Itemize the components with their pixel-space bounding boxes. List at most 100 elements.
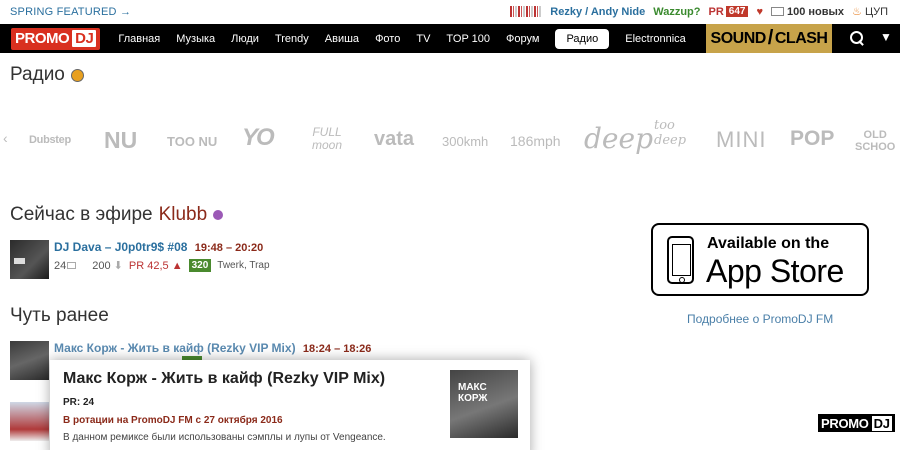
- soundclash-b: CLASH: [774, 29, 828, 47]
- station-186mph[interactable]: 186mph: [510, 133, 561, 149]
- tooltip-rotation: В ротации на PromoDJ FM с 27 октября 201…: [63, 415, 283, 426]
- tooltip-title: Макс Корж - Жить в кайф (Rezky VIP Mix): [63, 370, 386, 387]
- station-deep[interactable]: deep: [584, 122, 653, 155]
- track-title[interactable]: DJ Dava – J0p0tr9$ #08: [54, 240, 187, 254]
- page-title-text: Радио: [10, 64, 65, 85]
- station-300kmh[interactable]: 300kmh: [442, 134, 488, 149]
- station-carousel: ‹ Dubstep NU TOO NU YO FULL moon vata 30…: [0, 118, 900, 164]
- footer-logo[interactable]: PROMO DJ: [818, 414, 895, 432]
- logo-dj: DJ: [72, 30, 97, 47]
- nav-item-afisha[interactable]: Авиша: [325, 33, 359, 45]
- soundclash-banner[interactable]: SOUND / CLASH: [706, 24, 832, 53]
- main-nav: PROMO DJ Главная Музыка Люди Trendy Авиш…: [0, 24, 900, 53]
- comment-count-value: 24: [54, 259, 67, 272]
- station-old-label: OLD: [863, 129, 887, 141]
- news-count: 100 новых: [786, 5, 845, 18]
- download-icon: ⬇: [113, 260, 123, 272]
- track-title-row: Макс Корж - Жить в кайф (Rezky VIP Mix) …: [54, 341, 371, 355]
- lightning-icon: [70, 68, 84, 82]
- tooltip-cover-text: МАКС КОРЖ: [458, 382, 488, 404]
- top-strip: SPRING FEATURED → Rezky / Andy Nide Wazz…: [0, 0, 900, 24]
- station-yo[interactable]: YO: [242, 124, 275, 152]
- station-moon-label: moon: [312, 138, 343, 152]
- wazzup-link[interactable]: Wazzup?: [653, 6, 700, 18]
- nav-item-music[interactable]: Музыка: [176, 33, 215, 45]
- track-title-row: DJ Dava – J0p0tr9$ #08 19:48 – 20:20: [54, 240, 263, 254]
- nav-item-top100[interactable]: TOP 100: [446, 33, 490, 45]
- on-air-station[interactable]: Klubb: [159, 204, 208, 226]
- tooltip-pr: PR: 24: [63, 397, 95, 408]
- track-tooltip: Макс Корж - Жить в кайф (Rezky VIP Mix) …: [50, 360, 530, 450]
- track-meta: 24 200 ⬇ PR 42,5 ▲ 320 Twerk, Trap: [54, 259, 270, 272]
- search-icon[interactable]: [850, 31, 864, 45]
- track-cover[interactable]: [10, 402, 49, 441]
- app-store-small-text: Available on the: [707, 235, 830, 252]
- station-school-label: SCHOO: [855, 141, 896, 153]
- slash-icon: /: [767, 27, 774, 49]
- now-playing-link[interactable]: Rezky / Andy Nide: [550, 6, 645, 18]
- app-store-badge[interactable]: Available on the App Store: [651, 223, 869, 296]
- footer-logo-dj: DJ: [871, 415, 892, 431]
- nav-item-forum[interactable]: Форум: [506, 33, 539, 45]
- station-full-moon[interactable]: FULL moon: [312, 126, 342, 152]
- heart-icon[interactable]: ♥: [756, 6, 763, 18]
- chevron-down-icon[interactable]: ▼: [880, 30, 892, 44]
- promodj-logo[interactable]: PROMO DJ: [11, 27, 101, 50]
- cup-label: ЦУП: [864, 6, 888, 18]
- station-pop[interactable]: POP: [790, 127, 834, 151]
- track-genre[interactable]: Twerk, Trap: [217, 260, 269, 271]
- station-dubstep[interactable]: Dubstep: [29, 134, 71, 146]
- nav-item-electronnica[interactable]: Electronnica: [625, 33, 686, 45]
- pr-indicator[interactable]: PR 647: [708, 5, 749, 18]
- track-pr: PR 42,5 ▲: [128, 259, 183, 272]
- bulb-icon: [213, 210, 224, 220]
- track-cover[interactable]: [10, 341, 49, 380]
- top-right-bar: Rezky / Andy Nide Wazzup? PR 647 ♥ 100 н…: [510, 5, 888, 18]
- track-time: 18:24 – 18:26: [302, 343, 372, 355]
- mail-icon: [770, 7, 784, 16]
- station-nu[interactable]: NU: [104, 127, 137, 154]
- chevron-left-icon[interactable]: ‹: [3, 130, 8, 146]
- station-deep2-label: deep: [654, 133, 687, 148]
- nav-item-home[interactable]: Главная: [118, 33, 160, 45]
- station-full-label: FULL: [312, 125, 342, 139]
- nav-items: Главная Музыка Люди Trendy Авиша Фото TV…: [118, 24, 701, 53]
- station-too-nu[interactable]: TOO NU: [167, 134, 217, 149]
- track-time: 19:48 – 20:20: [194, 242, 264, 254]
- on-air-label: Сейчас в эфире: [10, 204, 153, 225]
- phone-icon: [667, 236, 694, 284]
- track-title[interactable]: Макс Корж - Жить в кайф (Rezky VIP Mix): [54, 341, 296, 355]
- equalizer-icon: [510, 6, 543, 17]
- tooltip-cover: МАКС КОРЖ: [450, 370, 518, 438]
- nav-item-trendy[interactable]: Trendy: [275, 33, 309, 45]
- download-count: 200 ⬇: [92, 259, 123, 272]
- news-link[interactable]: 100 новых: [770, 5, 845, 18]
- station-too-deep[interactable]: too deep: [654, 118, 686, 148]
- comment-icon: [67, 261, 77, 269]
- app-store-big-text: App Store: [706, 253, 844, 289]
- tooltip-description: В данном ремиксе были использованы сэмпл…: [63, 432, 386, 443]
- nav-item-photo[interactable]: Фото: [375, 33, 400, 45]
- station-mini[interactable]: MINI: [716, 127, 766, 153]
- nav-item-tv[interactable]: TV: [416, 33, 430, 45]
- fire-icon: ♨: [852, 6, 862, 18]
- track-bpm: 320: [188, 259, 212, 272]
- download-count-value: 200: [92, 260, 111, 272]
- soundclash-a: SOUND: [710, 29, 767, 47]
- page-title: Радио: [10, 64, 84, 86]
- station-vata[interactable]: vata: [374, 128, 414, 151]
- comment-count[interactable]: 24: [54, 259, 77, 272]
- station-old-school[interactable]: OLD SCHOO: [855, 129, 895, 153]
- track-cover[interactable]: [10, 240, 49, 279]
- logo-main: PROMO: [15, 30, 70, 47]
- nav-item-radio[interactable]: Радио: [555, 28, 610, 49]
- station-too-label: too: [654, 118, 675, 133]
- earlier-heading: Чуть ранее: [10, 305, 109, 326]
- pr-value: 647: [725, 6, 749, 17]
- promodj-fm-link[interactable]: Подробнее о PromoDJ FM: [687, 312, 833, 326]
- spring-featured-link[interactable]: SPRING FEATURED →: [10, 6, 131, 18]
- cup-link[interactable]: ♨ ЦУП: [852, 5, 888, 18]
- pr-label: PR: [708, 5, 724, 18]
- on-air-heading: Сейчас в эфире Klubb: [10, 204, 224, 226]
- nav-item-people[interactable]: Люди: [231, 33, 259, 45]
